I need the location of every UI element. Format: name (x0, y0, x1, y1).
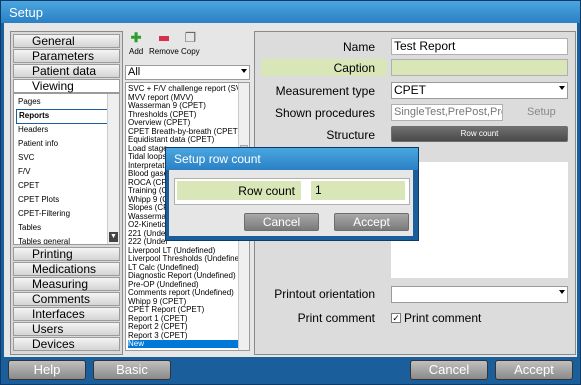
setup-link[interactable]: Setup (527, 106, 556, 118)
copy-label: Copy (181, 47, 200, 56)
measurement-type-value: CPET (394, 83, 427, 97)
remove-button[interactable]: Remove (149, 31, 179, 56)
nav-patient-data[interactable]: Patient data (13, 64, 120, 78)
sub-cpet[interactable]: CPET (16, 179, 106, 192)
chevron-down-icon (559, 86, 565, 90)
report-list-item[interactable]: Equidistant data (CPET) (128, 136, 240, 144)
sub-tables[interactable]: Tables (16, 221, 106, 234)
row-count-dialog: Setup row count Row count 1 Cancel Accep… (165, 147, 419, 241)
copy-button[interactable]: ❐ Copy (181, 30, 200, 57)
caption-input[interactable] (391, 59, 568, 76)
report-list-item[interactable]: Report 3 (CPET) (128, 332, 240, 340)
sub-cpet-filtering[interactable]: CPET-Filtering (16, 207, 106, 220)
scroll-down-icon[interactable]: ▼ (109, 232, 118, 242)
report-list-item[interactable]: Wasserman 9 (CPET) (128, 102, 240, 110)
nav-parameters[interactable]: Parameters (13, 49, 120, 63)
chevron-down-icon (559, 290, 565, 294)
printout-orientation-select[interactable] (391, 286, 568, 303)
minus-icon (157, 31, 171, 45)
sub-reports[interactable]: Reports (16, 109, 108, 124)
add-button[interactable]: ✚ Add (129, 30, 144, 57)
row-count-button[interactable]: Row count (391, 126, 568, 142)
report-list-item[interactable]: Diagnostic Report (Undefined) (128, 272, 240, 280)
name-label: Name (342, 40, 375, 54)
row-count-input[interactable]: 1 (311, 181, 405, 200)
shown-procedures-label: Shown procedures (274, 106, 375, 120)
report-list-item[interactable]: SVC + F/V challenge report (SVC (128, 85, 240, 93)
report-list-item[interactable]: Liverpool LT (Undefined) (128, 247, 240, 255)
structure-label: Structure (326, 128, 375, 142)
sub-pages[interactable]: Pages (16, 95, 106, 108)
dialog-title-bar: Setup row count (166, 148, 418, 170)
measurement-type-label: Measurement type (275, 84, 375, 98)
sub-patient-info[interactable]: Patient info (16, 137, 106, 150)
print-comment-check-label[interactable]: Print comment (404, 311, 481, 325)
report-list-item[interactable]: Report 1 (CPET) (128, 315, 240, 323)
caption-label: Caption (333, 61, 375, 75)
report-list-item[interactable]: Pre-OP (Undefined) (128, 281, 240, 289)
settings-nav: General Parameters Patient data Viewing … (10, 31, 123, 355)
report-list-item[interactable]: Whipp 9 (CPET) (128, 298, 240, 306)
plus-icon: ✚ (130, 30, 142, 45)
report-list-item[interactable]: Thresholds (CPET) (128, 111, 240, 119)
printout-orientation-label: Printout orientation (274, 287, 375, 301)
dialog-client: Row count 1 Cancel Accept (169, 170, 413, 236)
accept-button[interactable]: Accept (495, 360, 573, 380)
chevron-down-icon (241, 69, 247, 73)
copy-icon: ❐ (184, 30, 197, 45)
viewing-sublist: Pages Reports Headers Patient info SVC F… (13, 93, 120, 245)
nav-comments[interactable]: Comments (13, 292, 120, 306)
add-label: Add (129, 47, 144, 56)
dialog-title: Setup row count (174, 152, 261, 166)
nav-printing[interactable]: Printing (13, 247, 120, 261)
nav-medications[interactable]: Medications (13, 262, 120, 276)
report-list-item[interactable]: Comments report (Undefined) (128, 289, 240, 297)
remove-label: Remove (149, 47, 179, 56)
help-button[interactable]: Help (8, 360, 86, 380)
measurement-type-select[interactable]: CPET (391, 82, 568, 99)
nav-general[interactable]: General (13, 34, 120, 48)
nav-viewing[interactable]: Viewing (13, 79, 120, 93)
sub-cpet-plots[interactable]: CPET Plots (16, 193, 106, 206)
cancel-button[interactable]: Cancel (410, 360, 488, 380)
nav-measuring[interactable]: Measuring (13, 277, 120, 291)
report-list-item[interactable]: CPET Breath-by-breath (CPET) (128, 128, 240, 136)
report-list-item[interactable]: MVV report (MVV) (128, 94, 240, 102)
nav-devices[interactable]: Devices (13, 337, 120, 351)
print-comment-label: Print comment (297, 311, 375, 325)
nav-users[interactable]: Users (13, 322, 120, 336)
setup-window: Setup General Parameters Patient data Vi… (0, 0, 581, 385)
report-filter-select[interactable]: All (125, 65, 250, 80)
row-count-label: Row count (238, 184, 295, 198)
dialog-accept-button[interactable]: Accept (334, 213, 409, 231)
sub-fv[interactable]: F/V (16, 165, 106, 178)
basic-button[interactable]: Basic (93, 360, 171, 380)
title-bar: Setup (1, 1, 580, 23)
filter-value: All (128, 66, 141, 78)
sub-headers[interactable]: Headers (16, 123, 106, 136)
row-count-group: Row count 1 (174, 178, 410, 205)
sublist-scrollbar[interactable]: ▼ (107, 94, 119, 244)
report-list-item[interactable]: Report 2 (CPET) (128, 323, 240, 331)
sub-tables-general[interactable]: Tables general (16, 235, 106, 244)
shown-procedures-field: SingleTest,PrePost,Prov (391, 104, 503, 121)
nav-interfaces[interactable]: Interfaces (13, 307, 120, 321)
window-title: Setup (9, 5, 43, 20)
report-list-item[interactable]: CPET Report (CPET) (128, 306, 240, 314)
report-list-item[interactable]: New (128, 340, 240, 348)
report-list-item[interactable]: Liverpool Thresholds (Undefined) (128, 255, 240, 263)
report-list-item[interactable]: Overview (CPET) (128, 119, 240, 127)
report-list-item[interactable]: LT Calc (Undefined) (128, 264, 240, 272)
print-comment-checkbox[interactable]: ✓ (391, 313, 401, 323)
sub-svc[interactable]: SVC (16, 151, 106, 164)
name-input[interactable]: Test Report (391, 38, 568, 55)
dialog-cancel-button[interactable]: Cancel (244, 213, 319, 231)
